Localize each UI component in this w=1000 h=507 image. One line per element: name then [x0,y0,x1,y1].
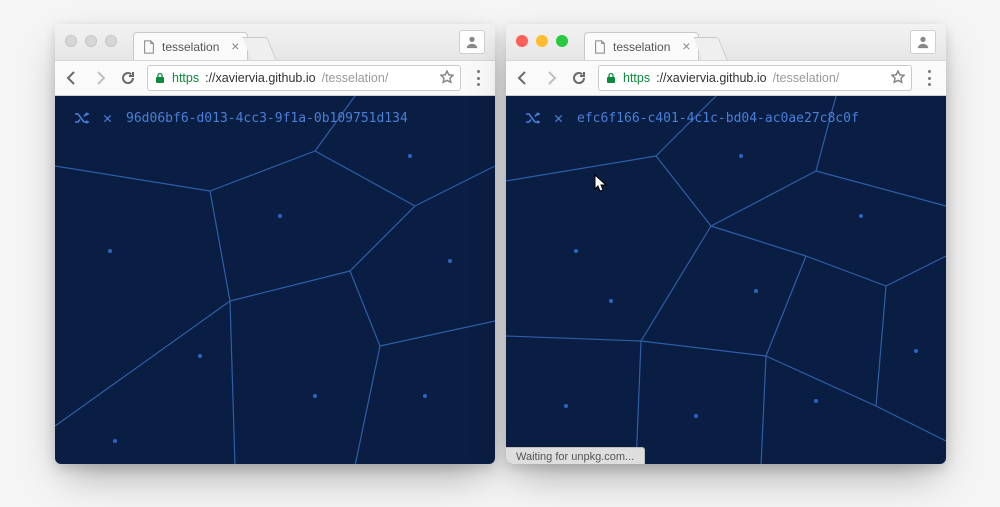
lock-icon [605,72,617,84]
url-host: ://xaviervia.github.io [656,71,766,85]
menu-kebab-icon[interactable] [922,68,938,88]
page-viewport[interactable]: ✕ efc6f166-c401-4c1c-bd04-ac0ae27c8c0f W… [506,96,946,464]
address-bar[interactable]: https ://xaviervia.github.io /tesselatio… [147,65,461,91]
menu-kebab-icon[interactable] [471,68,487,88]
browser-window-right: tesselation × https ://xaviervia.github.… [506,24,946,464]
hud-bar: ✕ efc6f166-c401-4c1c-bd04-ac0ae27c8c0f [524,110,859,126]
browser-tab[interactable]: tesselation × [584,32,699,60]
url-path: /tesselation/ [322,71,389,85]
clear-icon[interactable]: ✕ [103,111,112,126]
nav-back-button[interactable] [63,69,81,87]
status-bar: Waiting for unpkg.com... [506,447,645,464]
profile-button[interactable] [459,30,485,54]
profile-button[interactable] [910,30,936,54]
close-window-icon[interactable] [516,35,528,47]
address-bar[interactable]: https ://xaviervia.github.io /tesselatio… [598,65,912,91]
nav-forward-button[interactable] [91,69,109,87]
bookmark-star-icon[interactable] [891,70,905,87]
url-host: ://xaviervia.github.io [205,71,315,85]
minimize-window-icon[interactable] [536,35,548,47]
zoom-window-icon[interactable] [556,35,568,47]
lock-icon [154,72,166,84]
toolbar: https ://xaviervia.github.io /tesselatio… [506,60,946,96]
browser-window-left: tesselation × https ://xaviervia.github.… [55,24,495,464]
page-favicon-icon [142,40,156,54]
tab-title: tesselation [162,40,219,54]
tab-title: tesselation [613,40,670,54]
url-protocol: https [172,71,199,85]
nav-back-button[interactable] [514,69,532,87]
voronoi-canvas[interactable] [55,96,495,464]
session-uuid: efc6f166-c401-4c1c-bd04-ac0ae27c8c0f [577,111,859,126]
tab-close-icon[interactable]: × [231,39,239,53]
zoom-window-icon[interactable] [105,35,117,47]
bookmark-star-icon[interactable] [440,70,454,87]
voronoi-canvas[interactable] [506,96,946,464]
hud-bar: ✕ 96d06bf6-d013-4cc3-9f1a-0b109751d134 [73,110,408,126]
traffic-lights[interactable] [65,35,117,47]
shuffle-icon[interactable] [73,110,89,126]
reload-button[interactable] [570,69,588,87]
tab-bar: tesselation × [55,24,495,60]
nav-forward-button[interactable] [542,69,560,87]
clear-icon[interactable]: ✕ [554,111,563,126]
reload-button[interactable] [119,69,137,87]
close-window-icon[interactable] [65,35,77,47]
url-path: /tesselation/ [773,71,840,85]
traffic-lights[interactable] [516,35,568,47]
page-favicon-icon [593,40,607,54]
session-uuid: 96d06bf6-d013-4cc3-9f1a-0b109751d134 [126,111,408,126]
browser-tab[interactable]: tesselation × [133,32,248,60]
toolbar: https ://xaviervia.github.io /tesselatio… [55,60,495,96]
shuffle-icon[interactable] [524,110,540,126]
minimize-window-icon[interactable] [85,35,97,47]
tab-close-icon[interactable]: × [682,39,690,53]
stage: tesselation × https ://xaviervia.github.… [0,0,1000,507]
tab-bar: tesselation × [506,24,946,60]
page-viewport[interactable]: ✕ 96d06bf6-d013-4cc3-9f1a-0b109751d134 [55,96,495,464]
url-protocol: https [623,71,650,85]
